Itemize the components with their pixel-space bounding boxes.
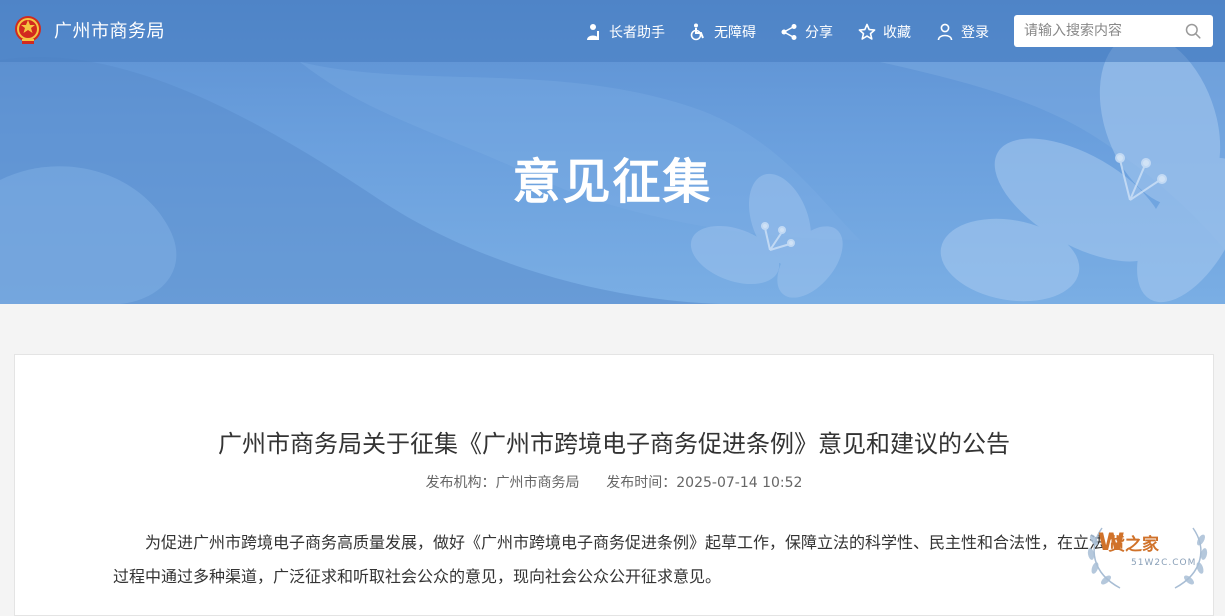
publisher-label: 发布机构： xyxy=(425,475,496,491)
banner-title: 意见征集 xyxy=(512,154,713,210)
elder-assistant-button[interactable]: 长者助手 xyxy=(584,20,665,44)
star-icon xyxy=(858,23,876,40)
login-button[interactable]: 登录 xyxy=(936,20,989,44)
top-navigation-bar: 广州市商务局 长者助手 无障碍 分享 收藏 登录 请输入搜索内容 xyxy=(0,0,1225,62)
accessibility-label: 无障碍 xyxy=(714,25,756,41)
share-button[interactable]: 分享 xyxy=(780,20,833,44)
login-label: 登录 xyxy=(961,25,989,41)
search-box xyxy=(1014,15,1213,47)
watermark-text: 货之家 xyxy=(1108,535,1159,555)
article-body: 为促进广州市跨境电子商务高质量发展，做好《广州市跨境电子商务促进条例》起草工作，… xyxy=(113,533,1106,586)
search-icon[interactable] xyxy=(1185,23,1201,39)
publish-date-label: 发布时间： xyxy=(606,475,677,491)
elder-assistant-label: 长者助手 xyxy=(609,25,665,41)
article-card: 广州市商务局关于征集《广州市跨境电子商务促进条例》意见和建议的公告 发布机构：广… xyxy=(14,354,1214,616)
watermark-subtext: 51W2C.COM xyxy=(1131,558,1197,568)
user-icon xyxy=(937,23,953,41)
share-label: 分享 xyxy=(805,25,833,41)
favorite-label: 收藏 xyxy=(883,25,911,41)
publish-date-value: 2025-07-14 10:52 xyxy=(676,475,803,491)
accessibility-button[interactable]: 无障碍 xyxy=(689,20,756,44)
publisher-value: 广州市商务局 xyxy=(495,475,580,491)
page-banner: 广州市商务局 长者助手 无障碍 分享 收藏 登录 请输入搜索内容 意见征集 xyxy=(0,0,1225,304)
article-title: 广州市商务局关于征集《广州市跨境电子商务促进条例》意见和建议的公告 xyxy=(218,430,1010,458)
favorite-button[interactable]: 收藏 xyxy=(858,20,911,44)
search-input[interactable] xyxy=(1024,15,1174,47)
article-meta: 发布机构：广州市商务局 发布时间：2025-07-14 10:52 xyxy=(15,473,1213,493)
elder-icon xyxy=(587,24,599,40)
site-name[interactable]: 广州市商务局 xyxy=(54,20,165,44)
wheelchair-icon xyxy=(690,23,704,41)
national-emblem-icon xyxy=(15,16,41,44)
share-icon xyxy=(781,24,797,40)
